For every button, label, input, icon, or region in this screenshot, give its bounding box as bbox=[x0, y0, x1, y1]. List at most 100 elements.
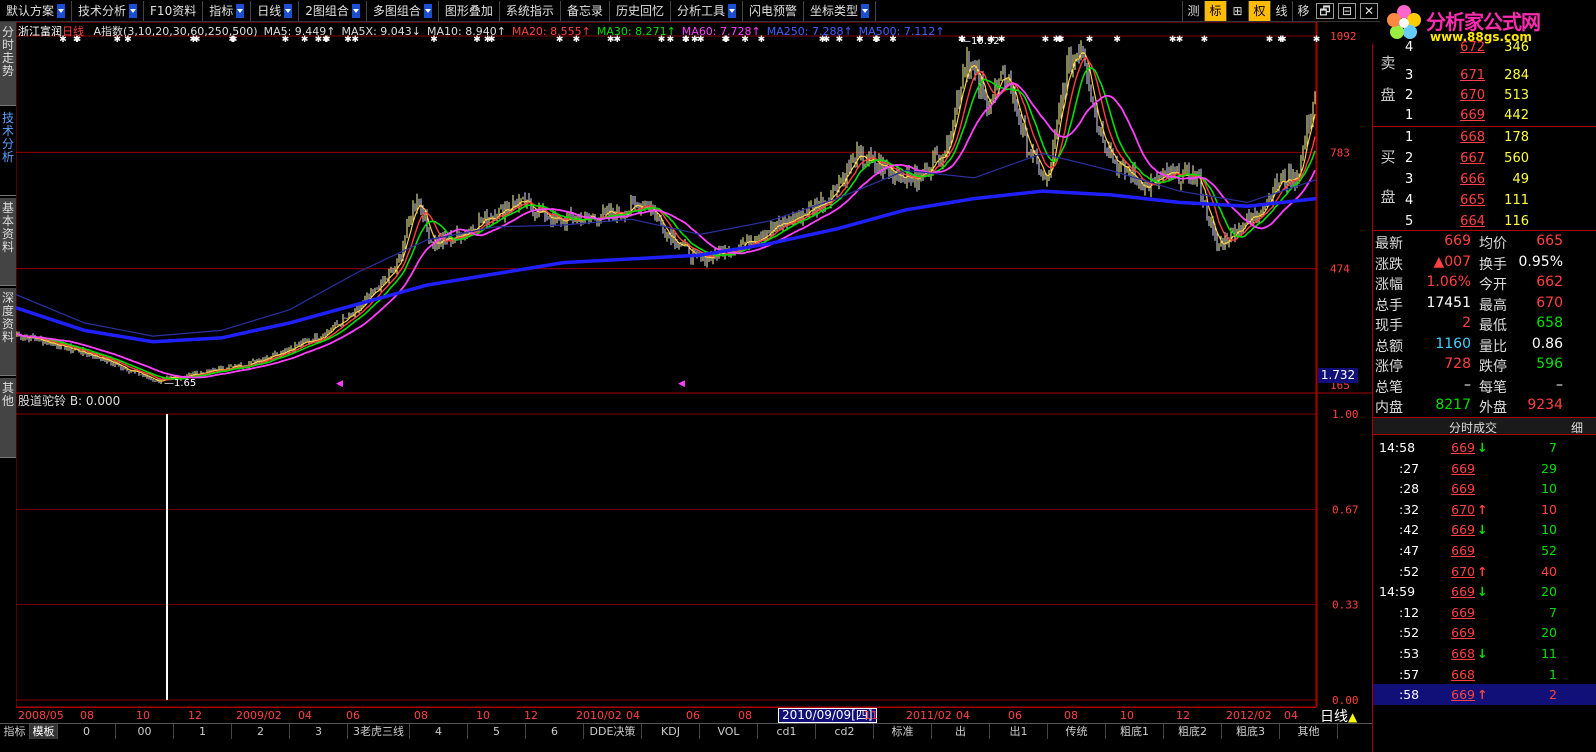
indicator-axis-label: 0.67 bbox=[1332, 503, 1359, 516]
menu-8[interactable]: 图形叠加 bbox=[439, 0, 500, 21]
stat-label: 涨幅 bbox=[1375, 277, 1403, 293]
stat-row: 现手 2 最低 658 bbox=[1373, 313, 1596, 334]
menu-label: 多图组合 bbox=[372, 3, 421, 18]
bottom-tab-24[interactable]: 其他 bbox=[1280, 724, 1338, 739]
date-axis-label: 12 bbox=[524, 709, 538, 722]
bottom-tab-16[interactable]: cd2 bbox=[816, 724, 874, 739]
bottom-tab-21[interactable]: 粗底1 bbox=[1106, 724, 1164, 739]
tick-price: 670 bbox=[1451, 563, 1475, 579]
ask-level: 3 bbox=[1405, 68, 1414, 83]
stat-row: 涨幅 1.06% 今开 662 bbox=[1373, 272, 1596, 293]
tick-volume: 10 bbox=[1541, 522, 1557, 538]
menu-9[interactable]: 系统指示 bbox=[500, 0, 561, 21]
bid-volume: 111 bbox=[1504, 193, 1529, 208]
bottom-tab-10[interactable]: 5 bbox=[468, 724, 526, 739]
tick-price: 669 bbox=[1451, 481, 1475, 497]
bid-price: 668 bbox=[1460, 130, 1485, 145]
kline-chart[interactable]: 10927834741651.000.670.330.00—10.92—1.65… bbox=[16, 22, 1372, 722]
left-tab-5[interactable]: 其他 bbox=[0, 378, 16, 458]
menu-12[interactable]: 分析工具 bbox=[671, 0, 743, 21]
bottom-tab-8[interactable]: 3老虎三线 bbox=[348, 724, 410, 739]
bottom-tab-11[interactable]: 6 bbox=[526, 724, 584, 739]
bottom-tab-12[interactable]: DDE决策 bbox=[584, 724, 642, 739]
tick-time: :52 bbox=[1399, 625, 1420, 641]
stat-row: 涨停 728 跌停 596 bbox=[1373, 354, 1596, 375]
signal-marker: ✱ bbox=[1042, 35, 1050, 45]
date-axis-label: 2011/02 bbox=[906, 709, 952, 722]
tick-time: :27 bbox=[1399, 460, 1420, 476]
left-tab-1[interactable]: 分时走势 bbox=[0, 22, 16, 106]
left-tab-2[interactable]: 技术分析 bbox=[0, 108, 16, 196]
tick-price: 668 bbox=[1451, 646, 1475, 661]
stat-label: 量比 bbox=[1479, 338, 1507, 355]
menu-13[interactable]: 闪电预警 bbox=[743, 0, 804, 21]
menu-label: 技术分析 bbox=[78, 3, 127, 18]
menu-7[interactable]: 多图组合 bbox=[367, 0, 439, 21]
tool-button-3[interactable]: ⊞ bbox=[1226, 0, 1248, 21]
left-tab-4[interactable]: 深度资料 bbox=[0, 288, 16, 376]
bottom-tab-18[interactable]: 出 bbox=[932, 724, 990, 739]
tick-row: :52 670 ↑ 40 bbox=[1373, 561, 1596, 582]
date-axis-label: 04 bbox=[956, 709, 970, 722]
menu-6[interactable]: 2图组合 bbox=[299, 0, 367, 21]
bottom-tab-2[interactable]: 模板 bbox=[30, 724, 58, 739]
tick-volume: 2 bbox=[1549, 687, 1557, 703]
date-axis-label: 2010/02 bbox=[576, 709, 622, 722]
bottom-tab-3[interactable]: 0 bbox=[58, 724, 116, 739]
tool-button-4[interactable]: 权 bbox=[1248, 0, 1270, 21]
bottom-tab-9[interactable]: 4 bbox=[410, 724, 468, 739]
menu-1[interactable]: 默认方案 bbox=[0, 0, 73, 21]
tool-button-1[interactable]: 测 bbox=[1182, 0, 1204, 21]
tool-button-5[interactable]: 线 bbox=[1270, 0, 1292, 21]
ticks-detail-button[interactable]: 细 bbox=[1571, 419, 1583, 436]
ask-volume: 442 bbox=[1504, 108, 1529, 123]
ask-side-label: 卖 bbox=[1380, 54, 1396, 72]
left-tab-3[interactable]: 基本资料 bbox=[0, 198, 16, 286]
stat-value: 670 bbox=[1536, 294, 1563, 311]
magenta-marker: ◀ bbox=[678, 379, 685, 389]
tick-row: :42 669 ↓ 10 bbox=[1373, 519, 1596, 540]
tick-row: :28 669 10 bbox=[1373, 478, 1596, 499]
tick-time: :28 bbox=[1399, 481, 1420, 497]
menu-4[interactable]: 指标 bbox=[203, 0, 252, 21]
bottom-tab-1[interactable]: 指标 bbox=[0, 724, 30, 739]
tick-volume: 11 bbox=[1541, 646, 1557, 661]
bottom-tab-5[interactable]: 1 bbox=[174, 724, 232, 739]
bottom-tab-23[interactable]: 粗底3 bbox=[1222, 724, 1280, 739]
tick-row: 14:59 669 ↓ 20 bbox=[1373, 581, 1596, 602]
restore-icon[interactable]: 🗗 bbox=[1316, 2, 1334, 19]
bottom-tab-14[interactable]: VOL bbox=[700, 724, 758, 739]
menu-11[interactable]: 历史回忆 bbox=[610, 0, 671, 21]
menu-label: F10资料 bbox=[150, 3, 197, 18]
tick-row: :27 669 29 bbox=[1373, 458, 1596, 479]
menu-3[interactable]: F10资料 bbox=[144, 0, 204, 21]
stock-name: 浙江富润 bbox=[18, 25, 62, 38]
bottom-tab-6[interactable]: 2 bbox=[232, 724, 290, 739]
close-icon[interactable]: ✕ bbox=[1360, 2, 1378, 19]
tool-button-2[interactable]: 标 bbox=[1204, 0, 1226, 21]
bid-price: 664 bbox=[1460, 214, 1485, 229]
menu-14[interactable]: 坐标类型 bbox=[804, 0, 877, 21]
legend-item: MA60: 7.728↑ bbox=[681, 25, 761, 38]
tool-button-6[interactable]: 移 bbox=[1292, 0, 1314, 21]
low-annotation: —1.65 bbox=[164, 378, 196, 389]
menu-5[interactable]: 日线 bbox=[251, 0, 300, 21]
menu-10[interactable]: 备忘录 bbox=[561, 0, 610, 21]
bottom-tab-13[interactable]: KDJ bbox=[642, 724, 700, 739]
ask-price: 671 bbox=[1460, 68, 1485, 83]
bottom-tab-4[interactable]: 00 bbox=[116, 724, 174, 739]
bottom-tab-15[interactable]: cd1 bbox=[758, 724, 816, 739]
menu-label: 备忘录 bbox=[566, 3, 603, 18]
menu-2[interactable]: 技术分析 bbox=[72, 0, 145, 21]
legend-item: MA20: 8.555↑ bbox=[511, 25, 591, 38]
bottom-tab-20[interactable]: 传统 bbox=[1048, 724, 1106, 739]
bottom-tab-17[interactable]: 标准 bbox=[874, 724, 932, 739]
selected-date[interactable]: 2010/09/09[四] bbox=[778, 708, 877, 723]
bottom-tab-22[interactable]: 粗底2 bbox=[1164, 724, 1222, 739]
stat-value: ▲007 bbox=[1433, 253, 1472, 270]
bottom-tab-19[interactable]: 出1 bbox=[990, 724, 1048, 739]
bottom-tab-7[interactable]: 3 bbox=[290, 724, 348, 739]
minimize-icon[interactable]: ⊟ bbox=[1338, 2, 1356, 19]
bid-level: 5 bbox=[1405, 214, 1414, 229]
divider bbox=[1373, 126, 1596, 127]
